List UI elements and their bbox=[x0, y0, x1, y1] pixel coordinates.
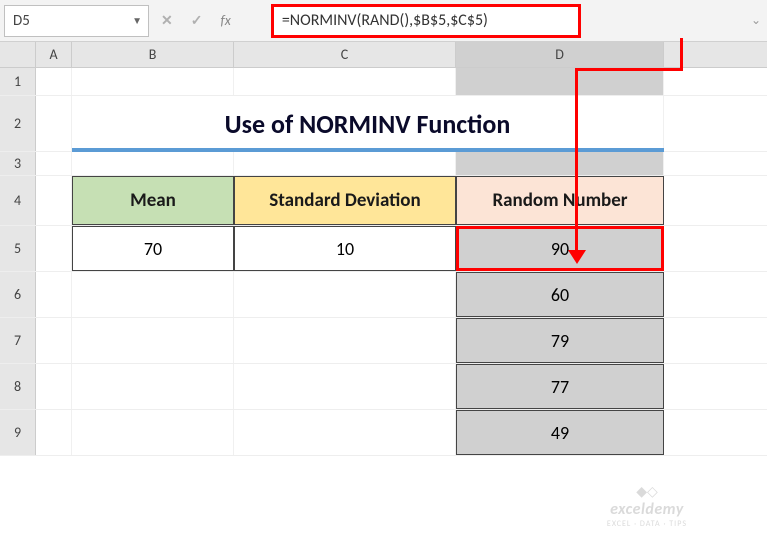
dropdown-icon[interactable]: ▼ bbox=[132, 14, 142, 27]
cell-a1[interactable] bbox=[36, 68, 72, 95]
col-header-c[interactable]: C bbox=[234, 42, 456, 67]
watermark-logo-icon: ◆◇ bbox=[607, 483, 687, 500]
name-box-value: D5 bbox=[13, 12, 30, 30]
name-box[interactable]: D5 ▼ bbox=[4, 5, 149, 37]
cell-b3[interactable] bbox=[72, 152, 234, 175]
fx-icon[interactable]: fx bbox=[220, 12, 230, 29]
cell-b6[interactable] bbox=[72, 272, 234, 317]
row-8: 8 77 bbox=[0, 364, 767, 410]
annotation-arrow bbox=[575, 68, 683, 71]
row-4: 4 Mean Standard Deviation Random Number bbox=[0, 176, 767, 226]
row-6: 6 60 bbox=[0, 272, 767, 318]
annotation-arrow bbox=[680, 38, 683, 68]
cell-d5-selected[interactable]: 90 bbox=[456, 226, 664, 271]
row-1: 1 bbox=[0, 68, 767, 96]
cell-a4[interactable] bbox=[36, 176, 72, 225]
row-9: 9 49 bbox=[0, 410, 767, 456]
row-header-6[interactable]: 6 bbox=[0, 272, 36, 317]
col-header-b[interactable]: B bbox=[72, 42, 234, 67]
row-5: 5 70 10 90 bbox=[0, 226, 767, 272]
cell-a9[interactable] bbox=[36, 410, 72, 455]
cell-a7[interactable] bbox=[36, 318, 72, 363]
cell-d1[interactable] bbox=[456, 68, 664, 95]
cell-a5[interactable] bbox=[36, 226, 72, 271]
select-all-corner[interactable] bbox=[0, 42, 36, 67]
row-3: 3 bbox=[0, 152, 767, 176]
cell-d6[interactable]: 60 bbox=[456, 272, 664, 317]
cell-c3[interactable] bbox=[234, 152, 456, 175]
cell-c6[interactable] bbox=[234, 272, 456, 317]
cell-mean[interactable]: 70 bbox=[72, 226, 234, 271]
row-header-2[interactable]: 2 bbox=[0, 96, 36, 151]
watermark: ◆◇ exceldemy EXCEL · DATA · TIPS bbox=[607, 483, 687, 529]
cell-d9[interactable]: 49 bbox=[456, 410, 664, 455]
formula-input[interactable]: =NORMINV(RAND(),$B$5,$C$5) bbox=[271, 4, 581, 38]
row-header-9[interactable]: 9 bbox=[0, 410, 36, 455]
row-header-4[interactable]: 4 bbox=[0, 176, 36, 225]
cell-c1[interactable] bbox=[234, 68, 456, 95]
enter-icon[interactable]: ✓ bbox=[191, 12, 203, 29]
header-stddev[interactable]: Standard Deviation bbox=[234, 176, 456, 225]
col-header-d[interactable]: D bbox=[456, 42, 664, 67]
cell-c8[interactable] bbox=[234, 364, 456, 409]
header-mean[interactable]: Mean bbox=[72, 176, 234, 225]
cell-a2[interactable] bbox=[36, 96, 72, 151]
cell-d7[interactable]: 79 bbox=[456, 318, 664, 363]
cell-d3[interactable] bbox=[456, 152, 664, 175]
row-header-1[interactable]: 1 bbox=[0, 68, 36, 95]
row-header-3[interactable]: 3 bbox=[0, 152, 36, 175]
expand-formula-icon[interactable]: ⌄ bbox=[751, 13, 761, 28]
cancel-icon[interactable]: ✕ bbox=[161, 12, 173, 29]
cell-a3[interactable] bbox=[36, 152, 72, 175]
cell-b1[interactable] bbox=[72, 68, 234, 95]
row-header-7[interactable]: 7 bbox=[0, 318, 36, 363]
watermark-tagline: EXCEL · DATA · TIPS bbox=[607, 519, 687, 529]
formula-text: =NORMINV(RAND(),$B$5,$C$5) bbox=[282, 11, 488, 30]
col-header-a[interactable]: A bbox=[36, 42, 72, 67]
annotation-arrow-head bbox=[568, 250, 586, 264]
formula-controls: ✕ ✓ fx bbox=[161, 12, 231, 29]
cell-b9[interactable] bbox=[72, 410, 234, 455]
worksheet: A B C D 1 2 Use of NORMINV Function 3 4 … bbox=[0, 42, 767, 456]
column-headers: A B C D bbox=[0, 42, 767, 68]
cell-b7[interactable] bbox=[72, 318, 234, 363]
row-7: 7 79 bbox=[0, 318, 767, 364]
cell-d8[interactable]: 77 bbox=[456, 364, 664, 409]
header-random[interactable]: Random Number bbox=[456, 176, 664, 225]
cell-a8[interactable] bbox=[36, 364, 72, 409]
annotation-arrow bbox=[575, 68, 578, 253]
row-2: 2 Use of NORMINV Function bbox=[0, 96, 767, 152]
cell-a6[interactable] bbox=[36, 272, 72, 317]
cell-c9[interactable] bbox=[234, 410, 456, 455]
cell-c7[interactable] bbox=[234, 318, 456, 363]
row-header-8[interactable]: 8 bbox=[0, 364, 36, 409]
cell-b8[interactable] bbox=[72, 364, 234, 409]
watermark-brand: exceldemy bbox=[607, 500, 687, 519]
formula-bar: D5 ▼ ✕ ✓ fx =NORMINV(RAND(),$B$5,$C$5) ⌄ bbox=[0, 0, 767, 42]
cell-stddev[interactable]: 10 bbox=[234, 226, 456, 271]
row-header-5[interactable]: 5 bbox=[0, 226, 36, 271]
